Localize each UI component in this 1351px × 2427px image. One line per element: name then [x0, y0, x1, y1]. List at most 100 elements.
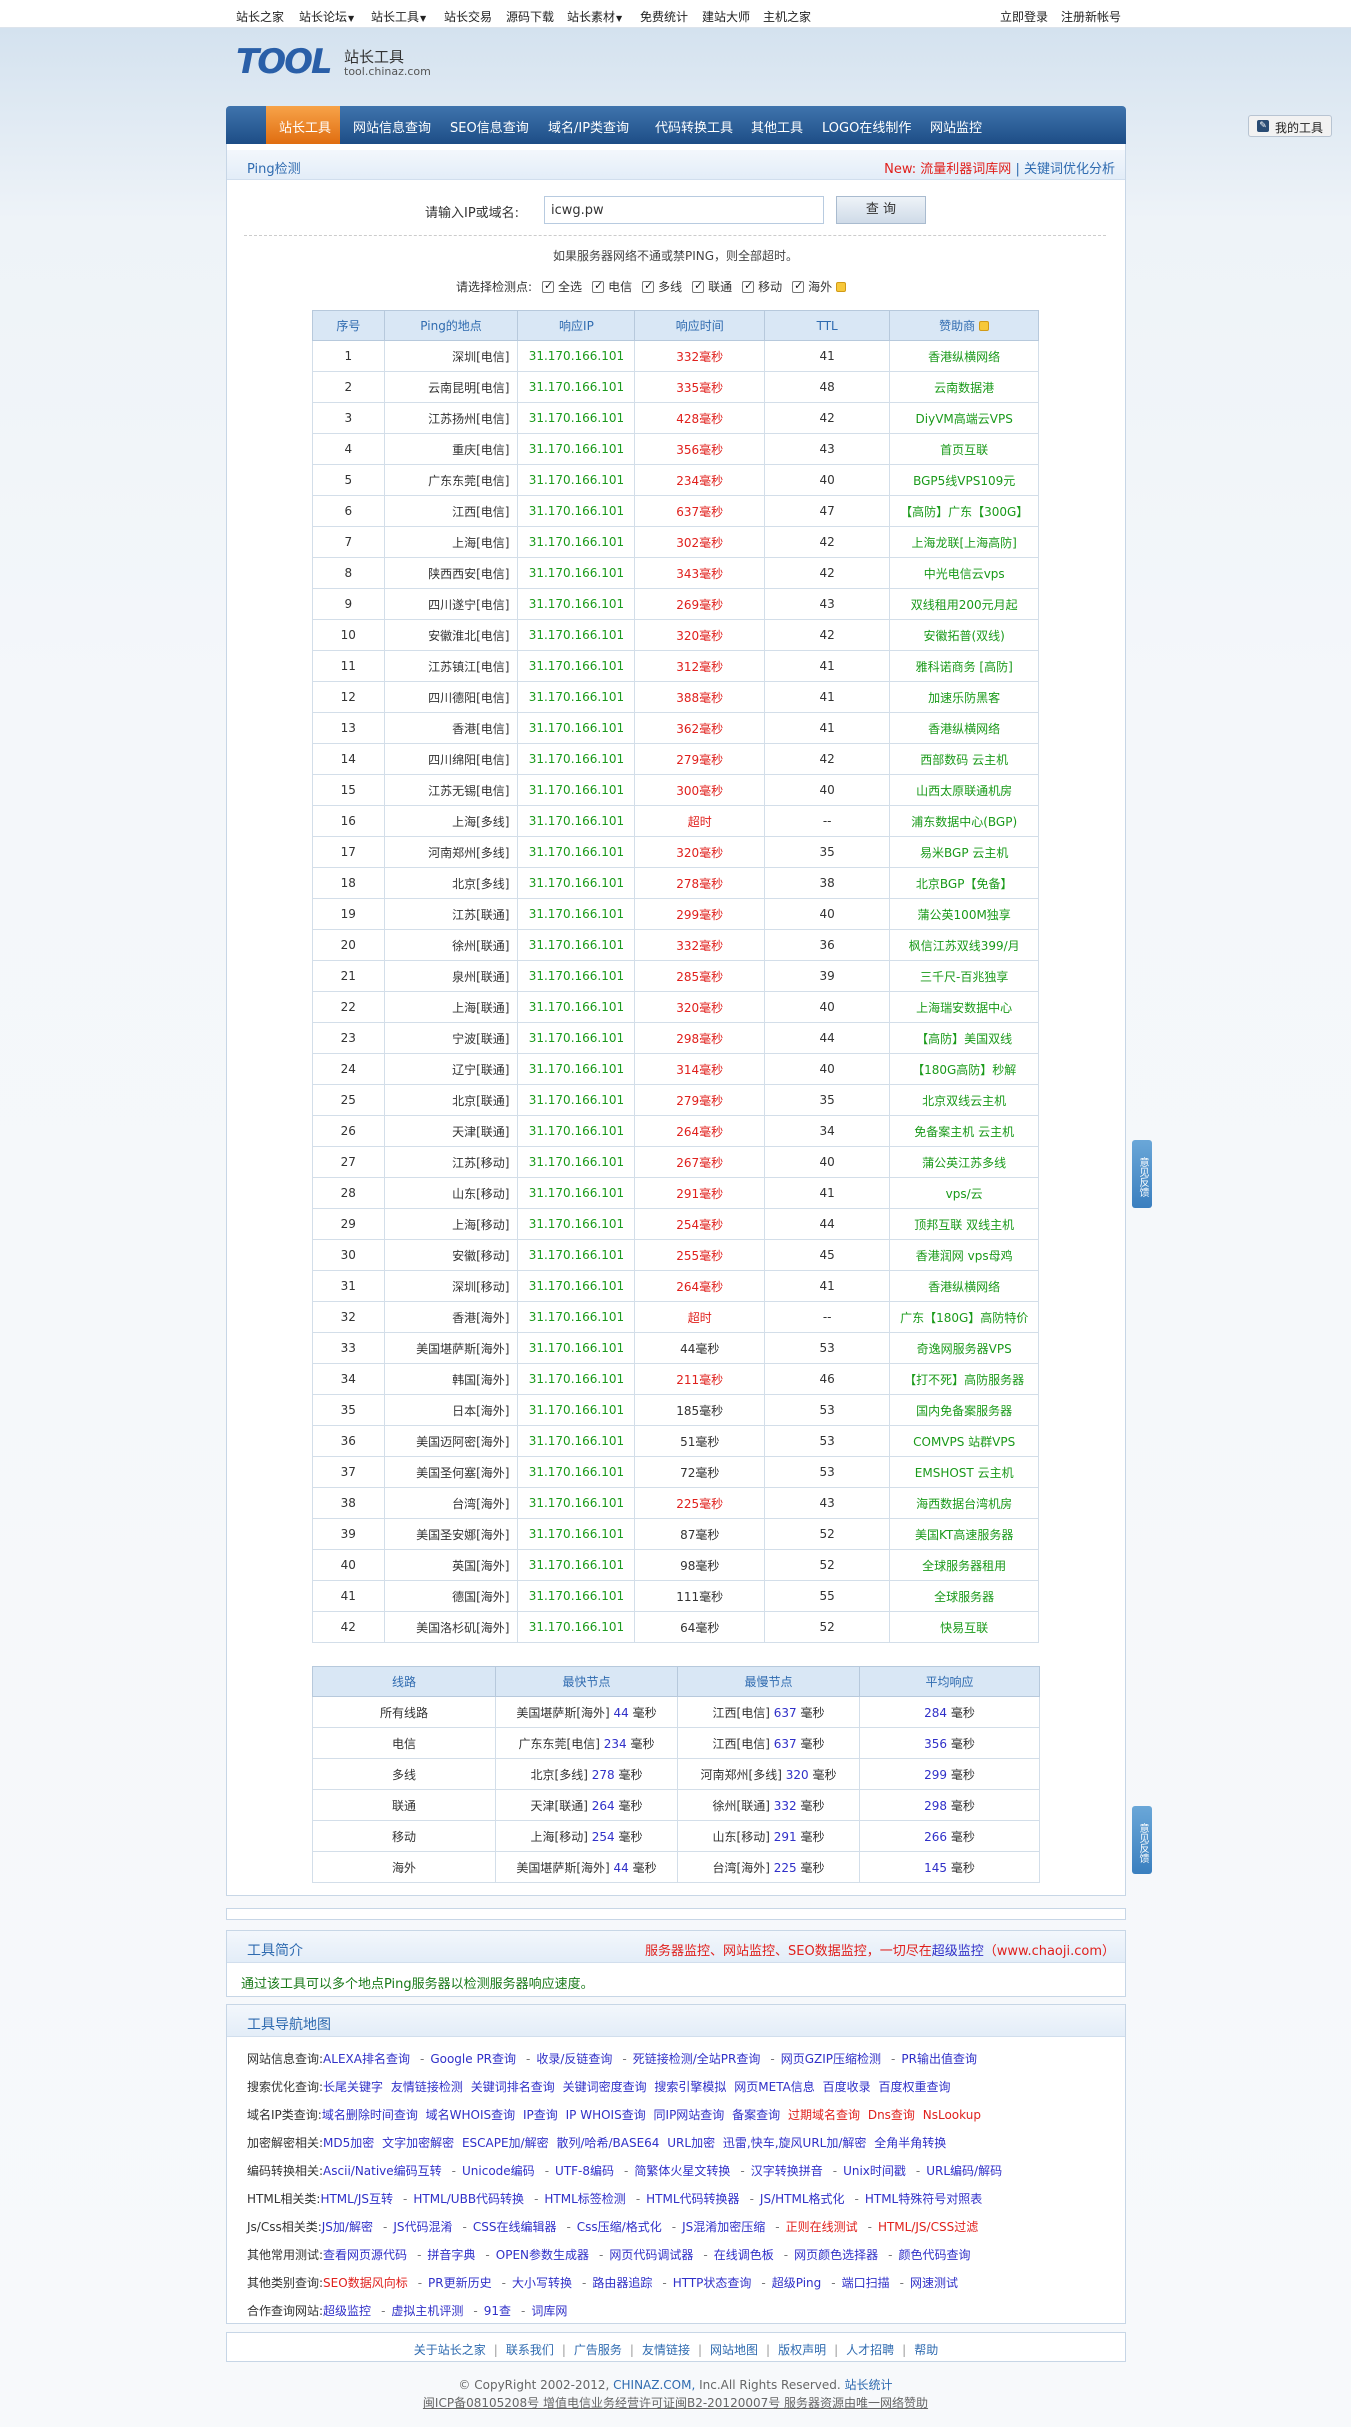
sponsor-link[interactable]: 蒲公英100M独享 [889, 898, 1039, 930]
ip-domain-input[interactable] [544, 196, 824, 224]
sponsor-link[interactable]: DiyVM高端云VPS [889, 402, 1039, 434]
checkbox[interactable] [742, 279, 755, 293]
sponsor-link[interactable]: EMSHOST 云主机 [889, 1456, 1039, 1488]
sponsor-link[interactable]: 【180G高防】秒解 [889, 1053, 1039, 1085]
tool-link[interactable]: 简繁体火星文转换 [634, 2164, 730, 2178]
sponsor-link[interactable]: BGP5线VPS109元 [889, 464, 1039, 496]
tool-link[interactable]: SEO数据风向标 [323, 2276, 408, 2290]
sponsor-link[interactable]: 云南数据港 [889, 371, 1039, 403]
topbar-item[interactable]: 源码下载 [506, 8, 554, 25]
tool-link[interactable]: 过期域名查询 [788, 2108, 860, 2122]
sponsor-link[interactable]: 蒲公英江苏多线 [889, 1146, 1039, 1178]
tool-link[interactable]: 网页代码调试器 [609, 2248, 693, 2262]
chaoji-link[interactable]: 超级监控 [932, 1944, 984, 1959]
sponsor-link[interactable]: 上海瑞安数据中心 [889, 991, 1039, 1023]
sponsor-link[interactable]: 加速乐防黑客 [889, 681, 1039, 713]
tool-link[interactable]: HTML/UBB代码转换 [413, 2192, 524, 2206]
sponsor-link[interactable]: 北京BGP【免备】 [889, 867, 1039, 899]
sponsor-link[interactable]: 香港纵横网络 [889, 1270, 1039, 1302]
topbar-item[interactable]: 免费统计 [640, 8, 688, 25]
sponsor-link[interactable]: 浦东数据中心(BGP) [889, 805, 1039, 837]
sponsor-link[interactable]: 【打不死】高防服务器 [889, 1363, 1039, 1395]
tool-link[interactable]: ALEXA排名查询 [323, 2052, 410, 2066]
sponsor-link[interactable]: 北京双线云主机 [889, 1084, 1039, 1116]
sponsor-link[interactable]: vps/云 [889, 1177, 1039, 1209]
tool-link[interactable]: 长尾关键字 [323, 2080, 383, 2094]
tool-link[interactable]: Unicode编码 [462, 2164, 535, 2178]
tool-link[interactable]: 全角半角转换 [874, 2136, 946, 2150]
tool-link[interactable]: 迅雷,快车,旋风URL加/解密 [723, 2136, 866, 2150]
sponsor-link[interactable]: 免备案主机 云主机 [889, 1115, 1039, 1147]
tool-link[interactable]: Ascii/Native编码互转 [323, 2164, 442, 2178]
topbar-item[interactable]: 站长交易 [444, 8, 492, 25]
tool-link[interactable]: 端口扫描 [842, 2276, 890, 2290]
topbar-item[interactable]: 主机之家 [763, 8, 811, 25]
tool-link[interactable]: 颜色代码查询 [898, 2248, 970, 2262]
tool-link[interactable]: URL加密 [667, 2136, 715, 2150]
query-button[interactable]: 查 询 [836, 196, 926, 224]
tool-link[interactable]: ESCAPE加/解密 [462, 2136, 549, 2150]
nav-active-tab[interactable]: 站长工具 [266, 106, 340, 144]
sponsor-link[interactable]: 安徽拓普(双线) [889, 619, 1039, 651]
tool-link[interactable]: 友情链接检测 [391, 2080, 463, 2094]
sponsor-link[interactable]: 香港润网 vps母鸡 [889, 1239, 1039, 1271]
register-link[interactable]: 注册新帐号 [1061, 8, 1121, 25]
sponsor-link[interactable]: 双线租用200元月起 [889, 588, 1039, 620]
tool-link[interactable]: 查看网页源代码 [323, 2248, 407, 2262]
tool-link[interactable]: 文字加密解密 [382, 2136, 454, 2150]
sponsor-link[interactable]: 香港纵横网络 [889, 340, 1039, 372]
sponsor-link[interactable]: 香港纵横网络 [889, 712, 1039, 744]
tool-link[interactable]: 超级Ping [772, 2276, 822, 2290]
tool-link[interactable]: JS/HTML格式化 [760, 2192, 845, 2206]
tool-link[interactable]: 超级监控 [323, 2304, 371, 2318]
sponsor-link[interactable]: 雅科诺商务 [高防] [889, 650, 1039, 682]
tool-link[interactable]: 网页颜色选择器 [794, 2248, 878, 2262]
topbar-item[interactable]: 站长之家 [236, 8, 284, 25]
promo-link-2[interactable]: 关键词优化分析 [1024, 162, 1115, 177]
topbar-item[interactable]: 站长素材▼ [567, 8, 622, 25]
sponsor-link[interactable]: 国内免备案服务器 [889, 1394, 1039, 1426]
nav-item[interactable]: 网站监控 [930, 117, 982, 136]
sponsor-link[interactable]: 首页互联 [889, 433, 1039, 465]
checkbox[interactable] [592, 279, 605, 293]
nav-item[interactable]: 代码转换工具 [655, 117, 733, 136]
sponsor-link[interactable]: 全球服务器租用 [889, 1549, 1039, 1581]
topbar-item[interactable]: 站长论坛▼ [299, 8, 354, 25]
tool-link[interactable]: OPEN参数生成器 [496, 2248, 589, 2262]
promo-link-1[interactable]: 流量利器词库网 [920, 162, 1011, 177]
tool-link[interactable]: 搜索引擎模拟 [654, 2080, 726, 2094]
tool-link[interactable]: 在线调色板 [714, 2248, 774, 2262]
footer-link[interactable]: 联系我们 [506, 2343, 554, 2357]
my-tools-button[interactable]: ✎ 我的工具 [1248, 115, 1332, 137]
tool-link[interactable]: UTF-8编码 [555, 2164, 614, 2178]
sponsor-link[interactable]: 易米BGP 云主机 [889, 836, 1039, 868]
footer-link[interactable]: 友情链接 [642, 2343, 690, 2357]
sponsor-link[interactable]: 【高防】广东【300G】 [889, 495, 1039, 527]
sponsor-link[interactable]: 中光电信云vps [889, 557, 1039, 589]
tool-link[interactable]: JS混淆加密压缩 [682, 2220, 765, 2234]
tool-link[interactable]: HTML代码转换器 [646, 2192, 739, 2206]
sponsor-link[interactable]: 山西太原联通机房 [889, 774, 1039, 806]
footer-link[interactable]: 人才招聘 [846, 2343, 894, 2357]
tool-link[interactable]: 百度权重查询 [878, 2080, 950, 2094]
tool-link[interactable]: 正则在线测试 [786, 2220, 858, 2234]
sponsor-link[interactable]: 海西数据台湾机房 [889, 1487, 1039, 1519]
sponsor-link[interactable]: 美国KT高速服务器 [889, 1518, 1039, 1550]
sponsor-link[interactable]: 全球服务器 [889, 1580, 1039, 1612]
sponsor-link[interactable]: COMVPS 站群VPS [889, 1425, 1039, 1457]
nav-item[interactable]: 网站信息查询 [353, 117, 431, 136]
stats-link[interactable]: 站长统计 [845, 2378, 893, 2392]
tool-link[interactable]: 域名删除时间查询 [322, 2108, 418, 2122]
tool-link[interactable]: 关键词排名查询 [471, 2080, 555, 2094]
tool-link[interactable]: 死链接检测/全站PR查询 [633, 2052, 761, 2066]
tool-link[interactable]: 汉字转换拼音 [751, 2164, 823, 2178]
feedback-button-2[interactable]: 意见反馈 [1132, 1806, 1152, 1874]
tool-link[interactable]: 91查 [484, 2304, 511, 2318]
sponsor-link[interactable]: 上海龙联[上海高防] [889, 526, 1039, 558]
checkbox[interactable] [792, 279, 805, 293]
tool-link[interactable]: HTML/JS互转 [320, 2192, 393, 2206]
sponsor-link[interactable]: 枫信江苏双线399/月 [889, 929, 1039, 961]
tool-link[interactable]: 域名WHOIS查询 [426, 2108, 516, 2122]
tool-link[interactable]: 关键词密度查询 [563, 2080, 647, 2094]
footer-link[interactable]: 网站地图 [710, 2343, 758, 2357]
